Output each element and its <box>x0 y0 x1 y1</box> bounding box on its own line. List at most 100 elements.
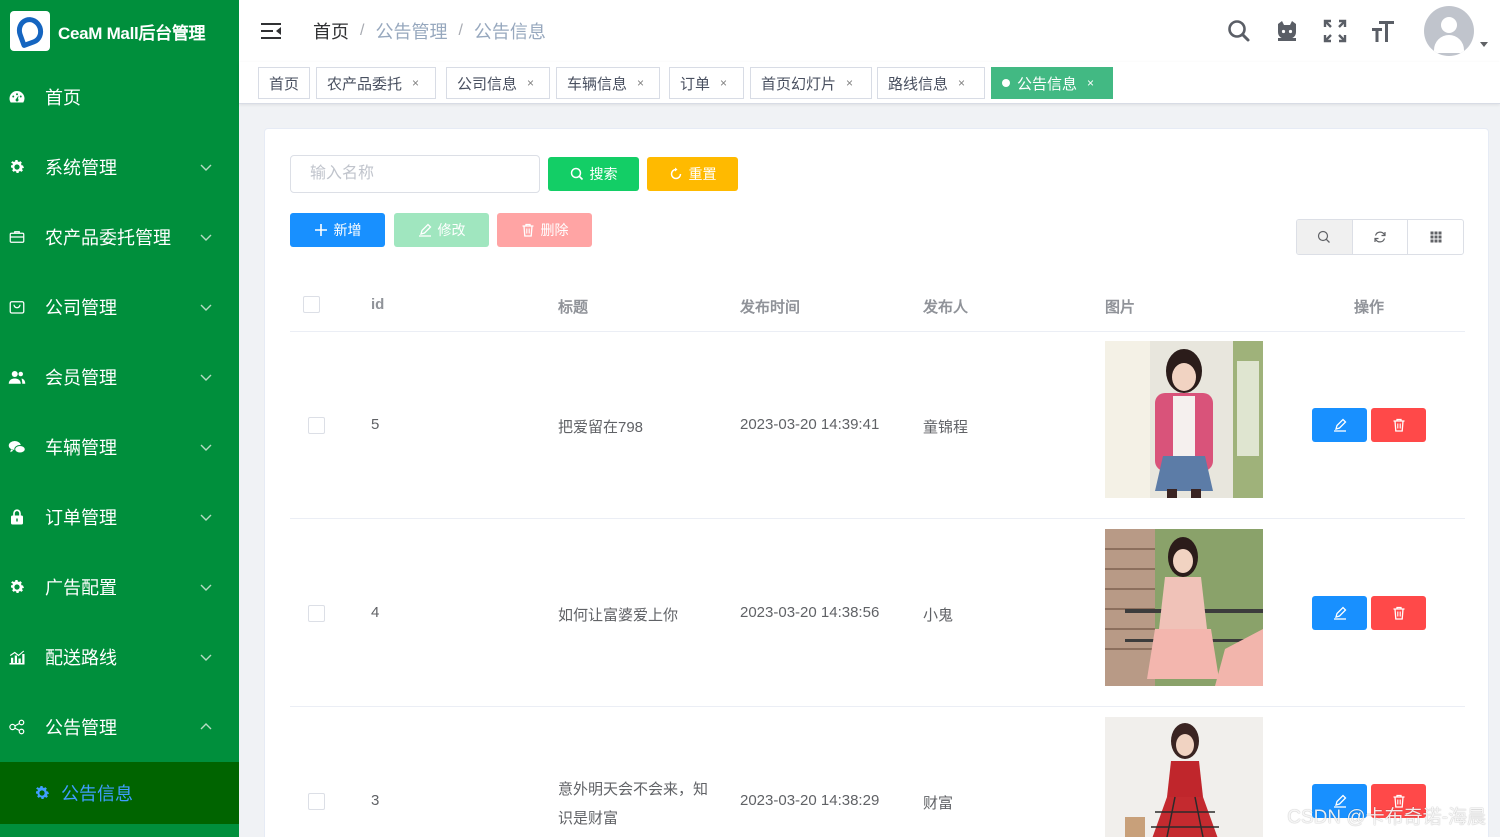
column-header-author: 发布人 <box>923 299 969 316</box>
add-button-label: 新增 <box>333 222 362 238</box>
font-size-icon[interactable] <box>1370 18 1396 44</box>
edit-icon <box>418 223 431 237</box>
row-delete-button[interactable] <box>1371 596 1426 630</box>
chevron-up-icon <box>200 723 212 730</box>
reset-button[interactable]: 重置 <box>647 157 738 191</box>
breadcrumb-home[interactable]: 首页 <box>313 18 349 44</box>
chat-icon <box>8 438 26 456</box>
refresh-button[interactable] <box>1353 220 1409 254</box>
breadcrumb: 首页 / 公告管理 / 公告信息 <box>313 18 546 44</box>
close-icon[interactable]: × <box>846 76 853 90</box>
sidebar-item-label: 系统管理 <box>45 158 117 178</box>
trash-icon <box>1393 418 1404 432</box>
navbar-tools <box>1226 0 1500 62</box>
reset-button-label: 重置 <box>688 166 717 182</box>
caret-down-icon[interactable] <box>1480 41 1488 47</box>
sidebar-item-3[interactable]: 公司管理 <box>0 272 239 342</box>
cell-author: 小鬼 <box>923 607 954 624</box>
sidebar-item-0[interactable]: 首页 <box>0 62 239 132</box>
github-icon[interactable] <box>1274 18 1300 44</box>
row-checkbox[interactable] <box>308 417 325 434</box>
sidebar: CeaM Mall后台管理 首页 系统管理 农产品委托管理 公司管理 会员管理 车辆管理订… <box>0 0 239 837</box>
sidebar-item-7[interactable]: 广告配置 <box>0 552 239 622</box>
sidebar-subitem-label: 公告信息 <box>61 784 133 804</box>
toggle-search-button[interactable] <box>1297 220 1353 254</box>
grid-icon <box>1430 231 1442 243</box>
search-icon <box>1318 230 1331 243</box>
tab-4[interactable]: 订单 × <box>669 67 744 99</box>
edit-button[interactable]: 修改 <box>394 213 489 247</box>
active-dot <box>1002 79 1010 87</box>
watermark: CSDN @卡布奇诺-海晨 <box>1287 807 1486 828</box>
sidebar-item-6[interactable]: 订单管理 <box>0 482 239 552</box>
column-header-image: 图片 <box>1105 299 1136 316</box>
close-icon[interactable]: × <box>1087 76 1094 90</box>
hamburger-icon[interactable] <box>261 22 281 40</box>
cog-icon <box>33 784 51 802</box>
search-button-label: 搜索 <box>589 166 618 182</box>
close-icon[interactable]: × <box>527 76 534 90</box>
cell-time: 2023-03-20 14:38:56 <box>740 604 880 621</box>
tab-label: 公司信息 <box>457 75 518 93</box>
sidebar-item-4[interactable]: 会员管理 <box>0 342 239 412</box>
tab-5[interactable]: 首页幻灯片 × <box>750 67 872 99</box>
tab-3[interactable]: 车辆信息 × <box>556 67 660 99</box>
row-edit-button[interactable] <box>1312 596 1367 630</box>
sidebar-item-1[interactable]: 系统管理 <box>0 132 239 202</box>
breadcrumb-separator: / <box>360 22 365 39</box>
sidebar-item-label: 会员管理 <box>45 368 117 388</box>
sidebar-item-label: 公司管理 <box>45 298 117 318</box>
row-checkbox[interactable] <box>308 605 325 622</box>
row-delete-button[interactable] <box>1371 408 1426 442</box>
cell-title: 识是财富 <box>558 809 619 827</box>
chevron-down-icon <box>200 514 212 521</box>
trash-icon <box>522 223 533 237</box>
avatar[interactable] <box>1424 6 1474 56</box>
row-divider <box>290 706 1465 707</box>
shopping-icon <box>8 298 26 316</box>
search-button[interactable]: 搜索 <box>548 157 639 191</box>
sidebar-item-9[interactable]: 公告管理 <box>0 692 239 762</box>
row-checkbox[interactable] <box>308 793 325 810</box>
tab-7[interactable]: 公告信息 × <box>991 67 1113 99</box>
column-header-actions: 操作 <box>1354 299 1385 316</box>
search-name-input[interactable] <box>290 155 540 193</box>
row-edit-button[interactable] <box>1312 408 1367 442</box>
tab-0[interactable]: 首页 <box>258 67 310 99</box>
table-divider <box>290 331 1465 332</box>
edit-icon <box>1333 418 1346 432</box>
search-icon[interactable] <box>1226 18 1252 44</box>
row-divider <box>290 518 1465 519</box>
logo-icon <box>10 11 50 51</box>
tab-2[interactable]: 公司信息 × <box>446 67 550 99</box>
tab-label: 首页 <box>269 75 300 93</box>
close-icon[interactable]: × <box>637 76 644 90</box>
fullscreen-icon[interactable] <box>1322 18 1348 44</box>
sidebar-item-2[interactable]: 农产品委托管理 <box>0 202 239 272</box>
delete-button[interactable]: 删除 <box>497 213 592 247</box>
close-icon[interactable]: × <box>720 76 727 90</box>
cell-id: 3 <box>371 792 380 809</box>
chevron-down-icon <box>200 164 212 171</box>
cell-author: 财富 <box>923 795 954 812</box>
sidebar-item-8[interactable]: 配送路线 <box>0 622 239 692</box>
select-all-checkbox[interactable] <box>303 296 320 313</box>
tab-6[interactable]: 路线信息 × <box>877 67 985 99</box>
tab-label: 首页幻灯片 <box>761 75 837 93</box>
columns-button[interactable] <box>1408 220 1463 254</box>
chevron-down-icon <box>200 234 212 241</box>
sidebar-item-5[interactable]: 车辆管理 <box>0 412 239 482</box>
plus-icon <box>314 224 327 236</box>
sidebar-menu: 首页系统管理农产品委托管理公司管理会员管理车辆管理订单管理 广告配置 配送路线 公告管… <box>0 62 239 762</box>
refresh-icon <box>670 167 681 180</box>
sidebar-item-label: 车辆管理 <box>45 438 117 458</box>
column-header-time: 发布时间 <box>740 299 801 316</box>
close-icon[interactable]: × <box>958 76 965 90</box>
chevron-down-icon <box>200 304 212 311</box>
cell-author: 童锦程 <box>923 419 969 436</box>
add-button[interactable]: 新增 <box>290 213 385 247</box>
top-navbar: 首页 / 公告管理 / 公告信息 <box>239 0 1500 62</box>
tab-1[interactable]: 农产品委托 × <box>316 67 436 99</box>
sidebar-subitem-announcement-info[interactable]: 公告信息 <box>0 762 239 824</box>
close-icon[interactable]: × <box>412 76 419 90</box>
